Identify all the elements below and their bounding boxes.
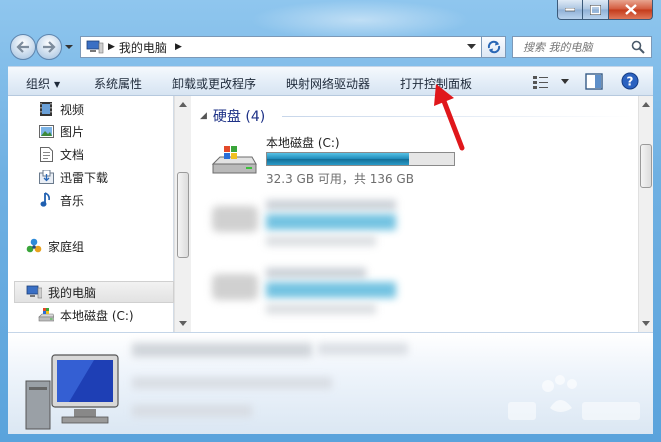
- download-folder-icon: [38, 169, 54, 185]
- minimize-button[interactable]: [557, 0, 583, 20]
- nav-item-documents[interactable]: 文档: [38, 144, 84, 164]
- breadcrumb-location[interactable]: 我的电脑: [119, 39, 167, 56]
- maximize-button[interactable]: [583, 0, 609, 20]
- view-details-icon: [533, 76, 548, 89]
- collapse-triangle-icon[interactable]: ◢: [200, 111, 207, 121]
- drive-name: 本地磁盘 (C:): [266, 136, 340, 150]
- command-bar: 组织 ▼ 系统属性 卸载或更改程序 映射网络驱动器 打开控制面板 ?: [8, 66, 653, 96]
- breadcrumb-chevron-icon[interactable]: ▶: [175, 42, 182, 52]
- drive-icon: [38, 307, 54, 323]
- file-list-scrollbar[interactable]: [638, 96, 653, 332]
- uninstall-program-button[interactable]: 卸载或更改程序: [172, 75, 256, 92]
- close-button[interactable]: [609, 0, 653, 20]
- baidu-watermark: [508, 375, 640, 420]
- redacted-drive-icon: [212, 206, 258, 232]
- window-frame: ▶ 我的电脑 ▶ 组织▼ 系统属性 卸载或更改程序 映射网络驱动器 打开控制面板: [0, 0, 661, 442]
- search-input[interactable]: [523, 40, 623, 54]
- scrollbar-thumb[interactable]: [640, 144, 652, 188]
- group-title: 硬盘 (4): [212, 109, 266, 125]
- scroll-up-icon[interactable]: [642, 102, 650, 107]
- redacted-drive-name: [266, 268, 366, 278]
- nav-item-downloads[interactable]: 迅雷下载: [38, 167, 108, 187]
- nav-item-label: 本地磁盘 (C:): [60, 308, 134, 323]
- redacted-drive-icon: [212, 274, 258, 300]
- nav-item-music[interactable]: 音乐: [38, 190, 84, 210]
- drive-usage-fill: [267, 153, 410, 165]
- drive-c-item[interactable]: 本地磁盘 (C:) 32.3 GB 可用，共 136 GB: [210, 132, 570, 186]
- explorer-body: 视频 图片 文档 迅雷下载 音乐 家庭组 我的电脑 本地磁盘 (C:) ◢ 硬盘…: [8, 96, 653, 332]
- recent-pages-dropdown-icon[interactable]: [64, 42, 74, 52]
- music-library-icon: [38, 192, 54, 208]
- nav-item-local-disk[interactable]: 本地磁盘 (C:): [38, 305, 134, 325]
- redacted-drive-info: [266, 236, 376, 246]
- redacted-details-text: [132, 377, 332, 389]
- drive-free-space: 32.3 GB 可用，共 136 GB: [266, 172, 414, 186]
- nav-item-videos[interactable]: 视频: [38, 99, 84, 119]
- scrollbar-thumb[interactable]: [177, 172, 189, 258]
- redacted-details-text: [318, 343, 408, 355]
- scroll-up-icon[interactable]: [179, 102, 187, 107]
- forward-button[interactable]: [36, 34, 62, 60]
- system-properties-button[interactable]: 系统属性: [94, 75, 142, 92]
- close-icon: [624, 4, 637, 15]
- refresh-icon: [487, 40, 500, 54]
- back-arrow-icon: [16, 41, 29, 53]
- nav-item-label: 我的电脑: [48, 285, 97, 300]
- nav-item-label: 图片: [60, 124, 85, 139]
- redacted-drive-name: [266, 200, 396, 210]
- address-dropdown-button[interactable]: [464, 40, 478, 54]
- maximize-icon: [590, 4, 601, 15]
- nav-item-homegroup[interactable]: 家庭组: [26, 236, 84, 256]
- computer-icon: [26, 284, 42, 300]
- scroll-down-icon[interactable]: [642, 321, 650, 326]
- breadcrumb-separator-icon[interactable]: ▶: [108, 42, 115, 52]
- forward-arrow-icon: [43, 41, 56, 53]
- redacted-details-text: [132, 405, 252, 417]
- search-icon[interactable]: [631, 40, 645, 54]
- caption-buttons: [557, 0, 653, 20]
- back-button[interactable]: [10, 34, 36, 60]
- nav-item-label: 文档: [60, 147, 85, 162]
- hard-drive-icon: [211, 146, 257, 174]
- picture-library-icon: [38, 123, 54, 139]
- video-library-icon: [38, 101, 54, 117]
- redacted-drive-info: [266, 304, 376, 314]
- redacted-drive-bar: [266, 282, 396, 298]
- redacted-details-title: [132, 343, 312, 357]
- document-library-icon: [38, 146, 54, 162]
- homegroup-icon: [26, 238, 42, 254]
- navigation-pane-scrollbar[interactable]: [174, 96, 191, 332]
- address-bar[interactable]: ▶ 我的电脑 ▶: [80, 36, 482, 58]
- search-box[interactable]: [512, 36, 652, 58]
- computer-icon: [86, 40, 104, 54]
- nav-item-label: 家庭组: [48, 239, 85, 254]
- chevron-down-icon: ▼: [54, 80, 61, 89]
- minimize-icon: [565, 7, 575, 11]
- scroll-down-icon[interactable]: [179, 321, 187, 326]
- chevron-down-icon: [466, 44, 476, 49]
- navigation-pane: 视频 图片 文档 迅雷下载 音乐 家庭组 我的电脑 本地磁盘 (C:): [8, 96, 174, 332]
- redacted-drive-bar: [266, 214, 396, 230]
- map-network-drive-button[interactable]: 映射网络驱动器: [286, 75, 370, 92]
- organize-label: 组织: [26, 77, 51, 91]
- help-icon[interactable]: ?: [621, 72, 639, 90]
- nav-item-label: 音乐: [60, 193, 85, 208]
- refresh-button[interactable]: [482, 36, 506, 58]
- svg-text:?: ?: [627, 75, 634, 89]
- preview-pane-icon[interactable]: [585, 73, 603, 90]
- hard-disk-group-header[interactable]: ◢ 硬盘 (4): [200, 106, 265, 126]
- computer-large-icon: [25, 354, 119, 430]
- annotation-arrow: [434, 84, 465, 151]
- change-view-button[interactable]: [533, 72, 573, 92]
- file-list-pane: ◢ 硬盘 (4) 本地磁盘 (C:) 32.3 GB 可用，共 136 GB: [192, 96, 638, 332]
- nav-item-label: 视频: [60, 102, 85, 117]
- nav-item-computer[interactable]: 我的电脑: [26, 282, 96, 302]
- organize-menu[interactable]: 组织 ▼: [26, 75, 60, 92]
- drive-usage-bar: [266, 152, 455, 166]
- chevron-down-icon: [561, 79, 569, 84]
- nav-item-pictures[interactable]: 图片: [38, 121, 84, 141]
- nav-item-label: 迅雷下载: [60, 170, 109, 185]
